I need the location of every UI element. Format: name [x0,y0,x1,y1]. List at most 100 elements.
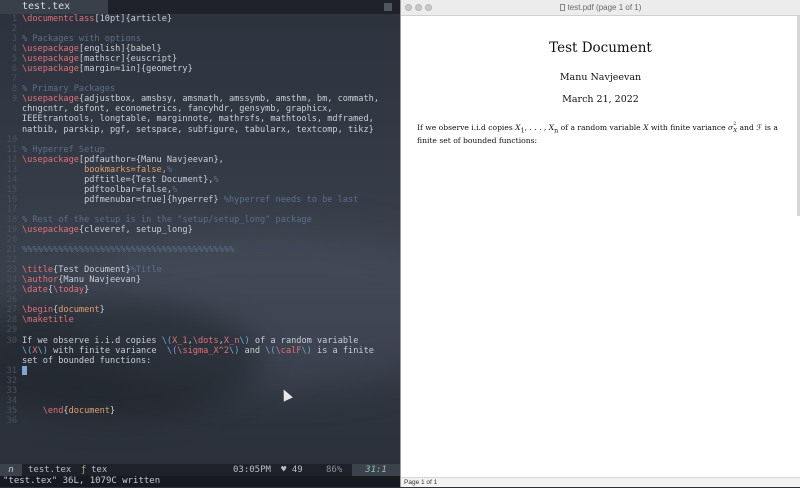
code-area[interactable]: 1 \documentclass[10pt]{article} 2 3 % Packag… [0,14,400,426]
code-token: %hyperref needs to be last [223,194,359,205]
code-line[interactable]: 9 \usepackage{adjustbox, amsbsy, amsmath,… [0,94,400,104]
code-token: \( [161,335,173,346]
code-line[interactable]: 26 [0,295,400,305]
code-token: \) [301,345,312,356]
code-token: \usepackage [22,54,79,65]
code-line[interactable]: 28 \maketitle [0,315,400,325]
code-token: document [58,305,100,316]
code-line[interactable]: 19 \usepackage{cleveref, setup_long} [0,225,400,235]
line-text: chngcntr, dsfont, econometrics, fancyhdr… [22,104,332,114]
line-number: 35 [6,405,17,416]
code-token: \calF [275,345,302,356]
code-line[interactable]: 10 [0,135,400,145]
code-line[interactable]: 22 [0,255,400,265]
code-line[interactable]: 13 bookmarks=false,% [0,165,400,175]
code-token: % [166,164,173,175]
editor-pane[interactable]: test.tex 1 \documentclass[10pt]{article} 2… [0,0,400,487]
code-line[interactable]: 36 [0,416,400,426]
code-line[interactable]: 33 [0,386,400,396]
line-number: 34 [6,395,17,406]
code-line[interactable]: 7 [0,74,400,84]
tab-close-icon[interactable] [384,3,392,11]
code-token: [english]{babel} [78,44,162,55]
code-line[interactable]: 2 [0,24,400,34]
line-number: 6 [11,64,17,75]
code-line[interactable]: 34 [0,396,400,406]
pdf-viewer-window[interactable]: test.pdf (page 1 of 1) Test Document Man… [400,0,800,487]
code-line[interactable]: 30 If we observe i.i.d copies \(X_1,\dots… [0,336,400,346]
line-text: \documentclass[10pt]{article} [22,14,172,24]
code-token: {Test Document} [53,265,131,276]
code-token: {cleveref, setup_long} [78,224,193,235]
code-line[interactable]: \(X\) with finite variance \(\sigma_X^2\… [0,346,400,356]
code-line[interactable]: 4 \usepackage[english]{babel} [0,44,400,54]
line-number: 3 [11,34,17,45]
tab-bar: test.tex [0,0,400,14]
code-line[interactable]: 11 % Hyperref Setup [0,145,400,155]
code-line[interactable]: 35 \end{document} [0,406,400,416]
line-text: \usepackage{cleveref, setup_long} [22,225,193,235]
line-text: \usepackage[mathscr]{euscript} [22,54,177,64]
code-line[interactable]: 27 \begin{document} [0,305,400,315]
code-token: X_1 [172,335,188,346]
code-line[interactable]: 12 \usepackage[pdfauthor={Manu Navjeevan}… [0,155,400,165]
document-body-paragraph: If we observe i.i.d copies X1, . . . , X… [417,122,778,146]
code-token: \( [166,345,178,356]
code-token: \usepackage [22,154,79,165]
tab-test-tex[interactable]: test.tex [0,0,108,14]
code-token: } [110,405,116,416]
line-text: \maketitle [22,315,74,325]
code-token: \dots [192,335,219,346]
code-line[interactable]: 6 \usepackage[margin=1in]{geometry} [0,64,400,74]
code-line[interactable]: 23 \title{Test Document}%Title [0,265,400,275]
code-token: pdftitle={Test Document}, [22,174,214,185]
code-token: \) [239,335,250,346]
code-token: \sigma_X^2 [177,345,230,356]
line-text: % Packages with options [22,34,141,44]
document-author: Manu Navjeevan [559,72,642,83]
code-line[interactable]: 18 % Rest of the setup is in the "setup/s… [0,215,400,225]
code-line[interactable]: set of bounded functions: [0,356,400,366]
code-line[interactable]: 24 \author{Manu Navjeevan} [0,275,400,285]
code-line[interactable]: IEEEtrantools, longtable, marginnote, ma… [0,114,400,124]
line-text: \usepackage{adjustbox, amsbsy, amsmath, … [22,94,379,104]
line-number: 20 [6,235,17,246]
code-line[interactable]: 1 \documentclass[10pt]{article} [0,14,400,24]
code-token: \begin [22,305,54,316]
title-bar[interactable]: test.pdf (page 1 of 1) [401,0,800,16]
code-line[interactable]: 29 [0,325,400,335]
line-number: 24 [6,275,17,286]
line-text: \usepackage[margin=1in]{geometry} [22,64,193,74]
line-number: 14 [6,174,17,185]
line-number: 32 [6,375,17,386]
code-line[interactable]: 25 \date{\today} [0,285,400,295]
code-token: % [213,174,219,185]
line-text: \usepackage[english]{babel} [22,44,162,54]
text-cursor [22,365,27,375]
code-token: bookmarks=false, [84,164,167,175]
line-number: 1 [11,14,17,24]
code-line[interactable]: 20 [0,235,400,245]
code-line[interactable]: 3 % Packages with options [0,34,400,44]
line-text: %%%%%%%%%%%%%%%%%%%%%%%%%%%%%%%%%%%%%%%%… [22,245,234,255]
code-token: \( [265,345,276,356]
code-line[interactable]: 31 [0,365,400,376]
code-line[interactable]: 21%%%%%%%%%%%%%%%%%%%%%%%%%%%%%%%%%%%%%%… [0,245,400,255]
code-token: [mathscr]{euscript} [78,54,178,65]
line-number: 4 [11,44,17,55]
code-token: IEEEtrantools, longtable, marginnote, ma… [22,114,374,125]
code-line[interactable]: chngcntr, dsfont, econometrics, fancyhdr… [0,104,400,114]
code-line[interactable]: natbib, parskip, pgf, setspace, subfigur… [0,125,400,135]
code-token: set of bounded functions: [22,355,152,366]
code-line[interactable]: 8 % Primary Packages [0,84,400,94]
code-line[interactable]: 32 [0,376,400,386]
code-line[interactable]: 14 pdftitle={Test Document},% [0,175,400,185]
line-number: 29 [6,325,17,336]
code-line[interactable]: 16 pdfmenubar=true]{hyperref} %hyperref … [0,195,400,205]
code-token: %Title [130,265,162,276]
code-line[interactable]: 5 \usepackage[mathscr]{euscript} [0,54,400,64]
code-token: \) [229,345,240,356]
code-token: \usepackage [22,224,79,235]
code-line[interactable]: 17 [0,205,400,215]
code-line[interactable]: 15 pdftoolbar=false,% [0,185,400,195]
